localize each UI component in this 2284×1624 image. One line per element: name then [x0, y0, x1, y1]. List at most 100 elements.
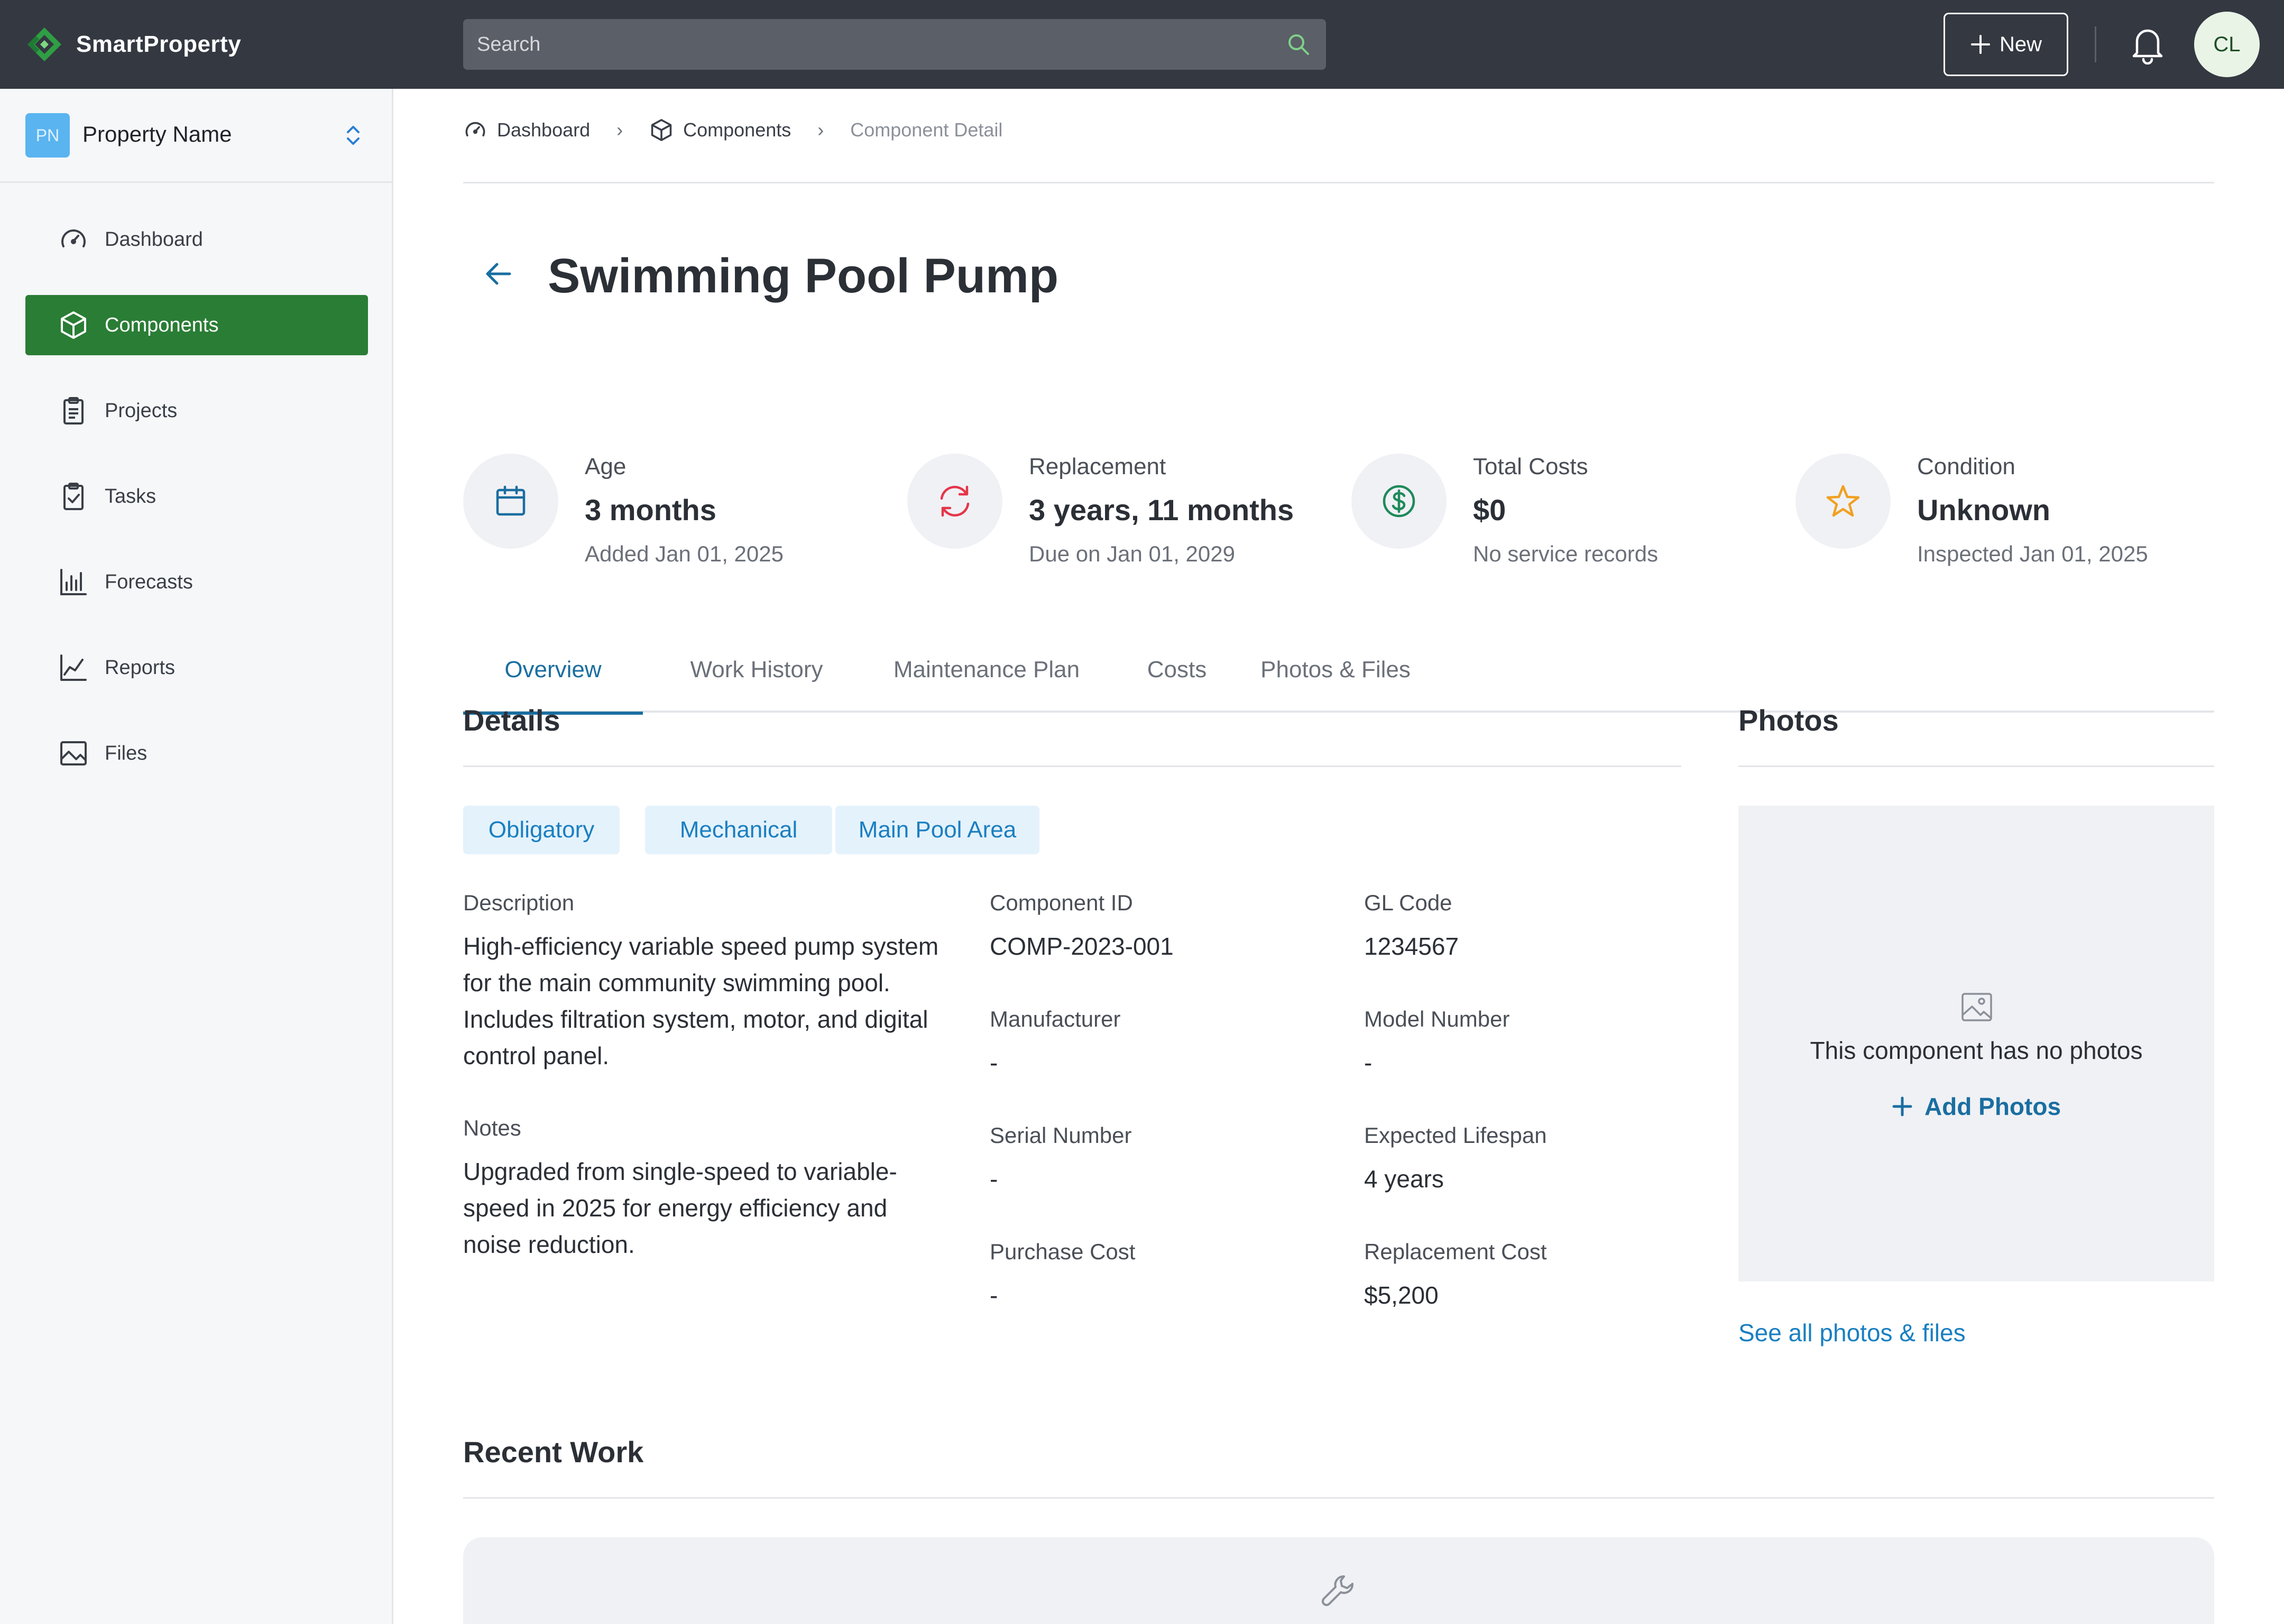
new-button-label: New	[1999, 32, 2042, 56]
sidebar-item-forecasts[interactable]: Forecasts	[25, 552, 368, 612]
stat-subtext: No service records	[1473, 541, 1659, 566]
chevron-right-icon: ›	[817, 119, 824, 141]
chevron-updown-icon[interactable]	[343, 119, 364, 151]
stat-label: Condition	[1917, 454, 2015, 479]
line-chart-icon	[58, 652, 89, 683]
logo-icon	[25, 25, 63, 63]
main-content: Dashboard › Components › Component Detai…	[393, 89, 2284, 1624]
page-title: Swimming Pool Pump	[548, 249, 1059, 303]
stat-total-costs: Total Costs $0 No service records	[1351, 364, 1774, 566]
sidebar-item-label: Reports	[105, 657, 176, 679]
sidebar: PN Property Name Dashboard Components Pr…	[0, 89, 393, 1624]
wrench-icon	[1320, 1572, 1358, 1610]
cube-icon	[649, 118, 674, 142]
refresh-icon	[935, 482, 974, 521]
stat-icon-circle	[463, 454, 558, 549]
replacement-cost-label: Replacement Cost	[1364, 1239, 1547, 1264]
sidebar-nav: Dashboard Components Projects Tasks Fore…	[25, 209, 368, 809]
star-icon	[1824, 482, 1862, 520]
user-avatar[interactable]: CL	[2194, 12, 2260, 77]
component-id-label: Component ID	[990, 890, 1133, 915]
expected-lifespan-label: Expected Lifespan	[1364, 1123, 1547, 1148]
stat-value: Unknown	[1917, 493, 2050, 527]
sidebar-item-label: Dashboard	[105, 228, 203, 251]
clipboard-icon	[58, 395, 89, 426]
component-id-value: COMP-2023-001	[990, 933, 1174, 960]
breadcrumb-label: Component Detail	[850, 119, 1003, 141]
brand[interactable]: SmartProperty	[25, 23, 241, 66]
sidebar-item-dashboard[interactable]: Dashboard	[25, 209, 368, 270]
stat-value: 3 years, 11 months	[1029, 493, 1294, 527]
stat-subtext: Due on Jan 01, 2029	[1029, 541, 1235, 566]
gl-code-label: GL Code	[1364, 890, 1452, 915]
add-photos-label: Add Photos	[1924, 1093, 2061, 1120]
tab-bar: Overview Work History Maintenance Plan C…	[463, 627, 2214, 715]
plus-icon	[1970, 34, 1991, 55]
tab-costs[interactable]: Costs	[1135, 627, 1219, 713]
cube-icon	[58, 310, 89, 340]
new-button[interactable]: New	[1944, 13, 2068, 76]
sidebar-item-tasks[interactable]: Tasks	[25, 466, 368, 527]
dollar-circle-icon	[1380, 482, 1418, 520]
notes-text: Upgraded from single-speed to variable-s…	[463, 1158, 897, 1258]
tab-maintenance-plan[interactable]: Maintenance Plan	[865, 627, 1108, 713]
sidebar-item-files[interactable]: Files	[25, 723, 368, 783]
sidebar-item-label: Files	[105, 742, 148, 764]
stat-condition: Condition Unknown Inspected Jan 01, 2025	[1795, 364, 2218, 566]
breadcrumb-divider	[463, 182, 2214, 183]
gauge-icon	[463, 118, 487, 142]
top-bar: SmartProperty New CL	[0, 0, 2284, 89]
breadcrumb: Dashboard › Components › Component Detai…	[463, 116, 1002, 144]
model-number-value: -	[1364, 1049, 1373, 1076]
search-input[interactable]	[463, 19, 1326, 70]
photos-divider	[1738, 765, 2214, 767]
search-icon[interactable]	[1286, 32, 1311, 57]
bell-icon[interactable]	[2129, 24, 2167, 64]
sidebar-item-reports[interactable]: Reports	[25, 638, 368, 698]
back-arrow-icon[interactable]	[482, 258, 514, 290]
stat-age: Age 3 months Added Jan 01, 2025	[463, 364, 886, 566]
photos-empty-state: This component has no photos Add Photos	[1738, 806, 2214, 1281]
sidebar-item-components[interactable]: Components	[25, 295, 368, 355]
tab-work-history[interactable]: Work History	[669, 627, 844, 713]
tag-location: Main Pool Area	[835, 806, 1039, 854]
purchase-cost-label: Purchase Cost	[990, 1239, 1136, 1264]
sidebar-item-label: Projects	[105, 400, 178, 422]
property-switcher[interactable]: PN Property Name	[0, 89, 392, 183]
breadcrumb-dashboard[interactable]: Dashboard	[463, 118, 590, 142]
property-name: Property Name	[82, 122, 232, 146]
tab-photos-files[interactable]: Photos & Files	[1246, 627, 1425, 713]
notes-label: Notes	[463, 1115, 521, 1140]
see-all-photos-link[interactable]: See all photos & files	[1738, 1318, 1966, 1347]
stat-label: Replacement	[1029, 454, 1166, 479]
stat-value: 3 months	[585, 493, 716, 527]
image-placeholder-icon	[1960, 991, 1993, 1023]
tab-overview[interactable]: Overview	[463, 627, 643, 715]
gl-code-value: 1234567	[1364, 933, 1459, 960]
stat-subtext: Inspected Jan 01, 2025	[1917, 541, 2148, 566]
add-photos-button[interactable]: Add Photos	[1738, 1092, 2214, 1121]
sidebar-item-label: Forecasts	[105, 571, 193, 593]
breadcrumb-components[interactable]: Components	[649, 118, 791, 142]
description-label: Description	[463, 890, 575, 915]
stat-icon-circle	[1351, 454, 1447, 549]
stat-label: Age	[585, 454, 627, 479]
sidebar-item-label: Components	[105, 314, 219, 336]
details-title: Details	[463, 704, 560, 737]
stat-icon-circle	[1795, 454, 1891, 549]
sidebar-item-label: Tasks	[105, 485, 156, 508]
description-text: High-efficiency variable speed pump syst…	[463, 933, 939, 1069]
breadcrumb-label: Components	[683, 119, 791, 141]
breadcrumb-label: Dashboard	[497, 119, 591, 141]
stat-icon-circle	[907, 454, 1002, 549]
sidebar-item-projects[interactable]: Projects	[25, 381, 368, 441]
purchase-cost-value: -	[990, 1281, 998, 1309]
property-badge: PN	[25, 113, 70, 158]
serial-number-label: Serial Number	[990, 1123, 1132, 1148]
recent-work-empty-state	[463, 1537, 2214, 1624]
no-photos-text: This component has no photos	[1810, 1037, 2143, 1064]
stat-subtext: Added Jan 01, 2025	[585, 541, 784, 566]
stat-replacement: Replacement 3 years, 11 months Due on Ja…	[907, 364, 1330, 566]
search-bar[interactable]	[463, 19, 1326, 70]
expected-lifespan-value: 4 years	[1364, 1165, 1444, 1193]
